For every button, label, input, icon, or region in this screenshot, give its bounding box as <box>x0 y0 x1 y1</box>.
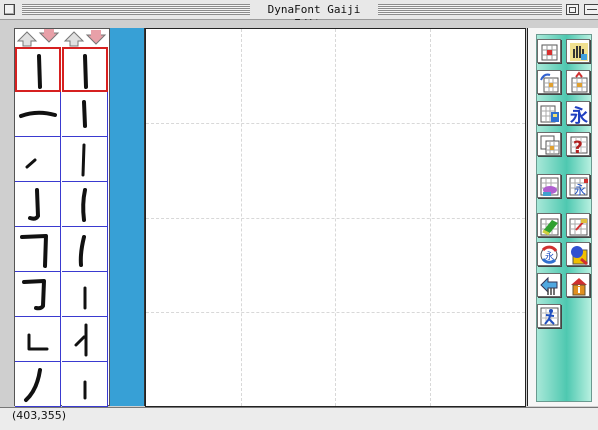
preview-tool-icon <box>540 177 559 196</box>
scroll-down-button[interactable] <box>62 29 108 47</box>
canvas-guide-line <box>146 218 525 219</box>
copy-tool-button[interactable] <box>537 132 561 156</box>
stroke-cell-vertical-curve[interactable] <box>62 182 108 227</box>
stroke-cell-tick[interactable] <box>62 362 108 407</box>
grid-edit-tool-icon <box>569 218 588 236</box>
rotate-tool-button[interactable] <box>537 70 561 94</box>
rotate-tool-icon <box>540 73 559 93</box>
stroke-cell-bend[interactable] <box>15 317 61 362</box>
canvas-guide-line <box>146 312 525 313</box>
grid-edit-tool-button[interactable] <box>566 213 590 237</box>
grid-cursor-tool-button[interactable] <box>537 39 561 63</box>
stroke-cell-vertical-thin[interactable] <box>62 137 108 182</box>
title-bar-stripes <box>378 4 562 15</box>
stroke-cell-hook[interactable] <box>15 182 61 227</box>
zoom-box-icon[interactable] <box>566 4 579 15</box>
stroke-cell-short-vertical[interactable] <box>62 272 108 317</box>
stroke-cell-sweep[interactable] <box>15 362 61 407</box>
stroke-cell-turn-down[interactable] <box>15 227 61 272</box>
transform-tool-icon <box>571 71 588 93</box>
paint-fill-tool-icon <box>571 246 588 266</box>
canvas-guide-line <box>146 123 525 124</box>
recolor-tool-button[interactable]: 永 <box>537 242 561 266</box>
title-bar[interactable]: DynaFont Gaiji Editor <box>0 0 598 30</box>
stroke-cell-horizontal[interactable] <box>15 92 61 137</box>
scroll-down-arrow-icon <box>63 30 107 47</box>
exit-runner-button[interactable] <box>537 304 561 328</box>
tool-palette: 永 ? 永 永 <box>527 28 598 406</box>
stroke-cell-vertical-hook[interactable] <box>62 317 108 362</box>
scroll-up-arrow-icon <box>16 29 60 47</box>
paint-fill-tool-button[interactable] <box>566 242 590 266</box>
status-bar: (403,355) <box>0 408 598 430</box>
stroke-palette <box>14 28 110 407</box>
character-ei-icon: 永 <box>569 105 588 126</box>
stroke-cell-vertical-short[interactable] <box>62 92 108 137</box>
character-ei-button[interactable]: 永 <box>566 101 590 126</box>
info-tool-button[interactable] <box>566 273 590 297</box>
cursor-coordinates: (403,355) <box>12 409 67 422</box>
svg-text:永: 永 <box>545 250 554 262</box>
svg-text:永: 永 <box>574 183 586 197</box>
zoom-tool-button[interactable]: 永 <box>566 174 590 198</box>
help-question-button[interactable]: ? <box>566 132 590 157</box>
collapse-box-icon[interactable] <box>584 4 598 15</box>
transform-tool-button[interactable] <box>566 70 590 94</box>
import-tool-icon <box>540 105 559 123</box>
title-bar-stripes <box>22 4 250 15</box>
scroll-up-button[interactable] <box>15 29 61 47</box>
help-question-icon: ? <box>570 136 588 157</box>
stroke-palette-scrollbar[interactable] <box>110 28 145 406</box>
eraser-tool-icon <box>540 218 559 236</box>
hand-tool-button[interactable] <box>566 39 590 63</box>
stroke-cell-vertical-tapered[interactable] <box>62 47 108 92</box>
stroke-scroll-arrows <box>15 29 109 47</box>
grid-cursor-tool-icon <box>541 44 558 61</box>
import-tool-button[interactable] <box>537 101 561 125</box>
stroke-cell-turn-hook[interactable] <box>15 272 61 317</box>
zoom-tool-icon: 永 <box>569 177 588 197</box>
exit-runner-icon <box>540 307 559 326</box>
glyph-canvas[interactable] <box>145 28 526 407</box>
undo-hand-tool-icon <box>540 276 558 295</box>
undo-hand-tool-button[interactable] <box>537 273 561 297</box>
stroke-cell-vertical[interactable] <box>15 47 61 92</box>
stroke-cell-dot[interactable] <box>15 137 61 182</box>
copy-tool-icon <box>540 135 560 155</box>
recolor-tool-icon: 永 <box>540 245 558 264</box>
close-box-icon[interactable] <box>4 4 15 15</box>
svg-text:永: 永 <box>569 105 588 126</box>
stroke-cell-slant[interactable] <box>62 227 108 272</box>
hand-tool-icon <box>570 43 588 61</box>
info-tool-icon <box>571 278 587 296</box>
svg-text:?: ? <box>573 138 583 157</box>
preview-tool-button[interactable] <box>537 174 561 198</box>
eraser-tool-button[interactable] <box>537 213 561 237</box>
